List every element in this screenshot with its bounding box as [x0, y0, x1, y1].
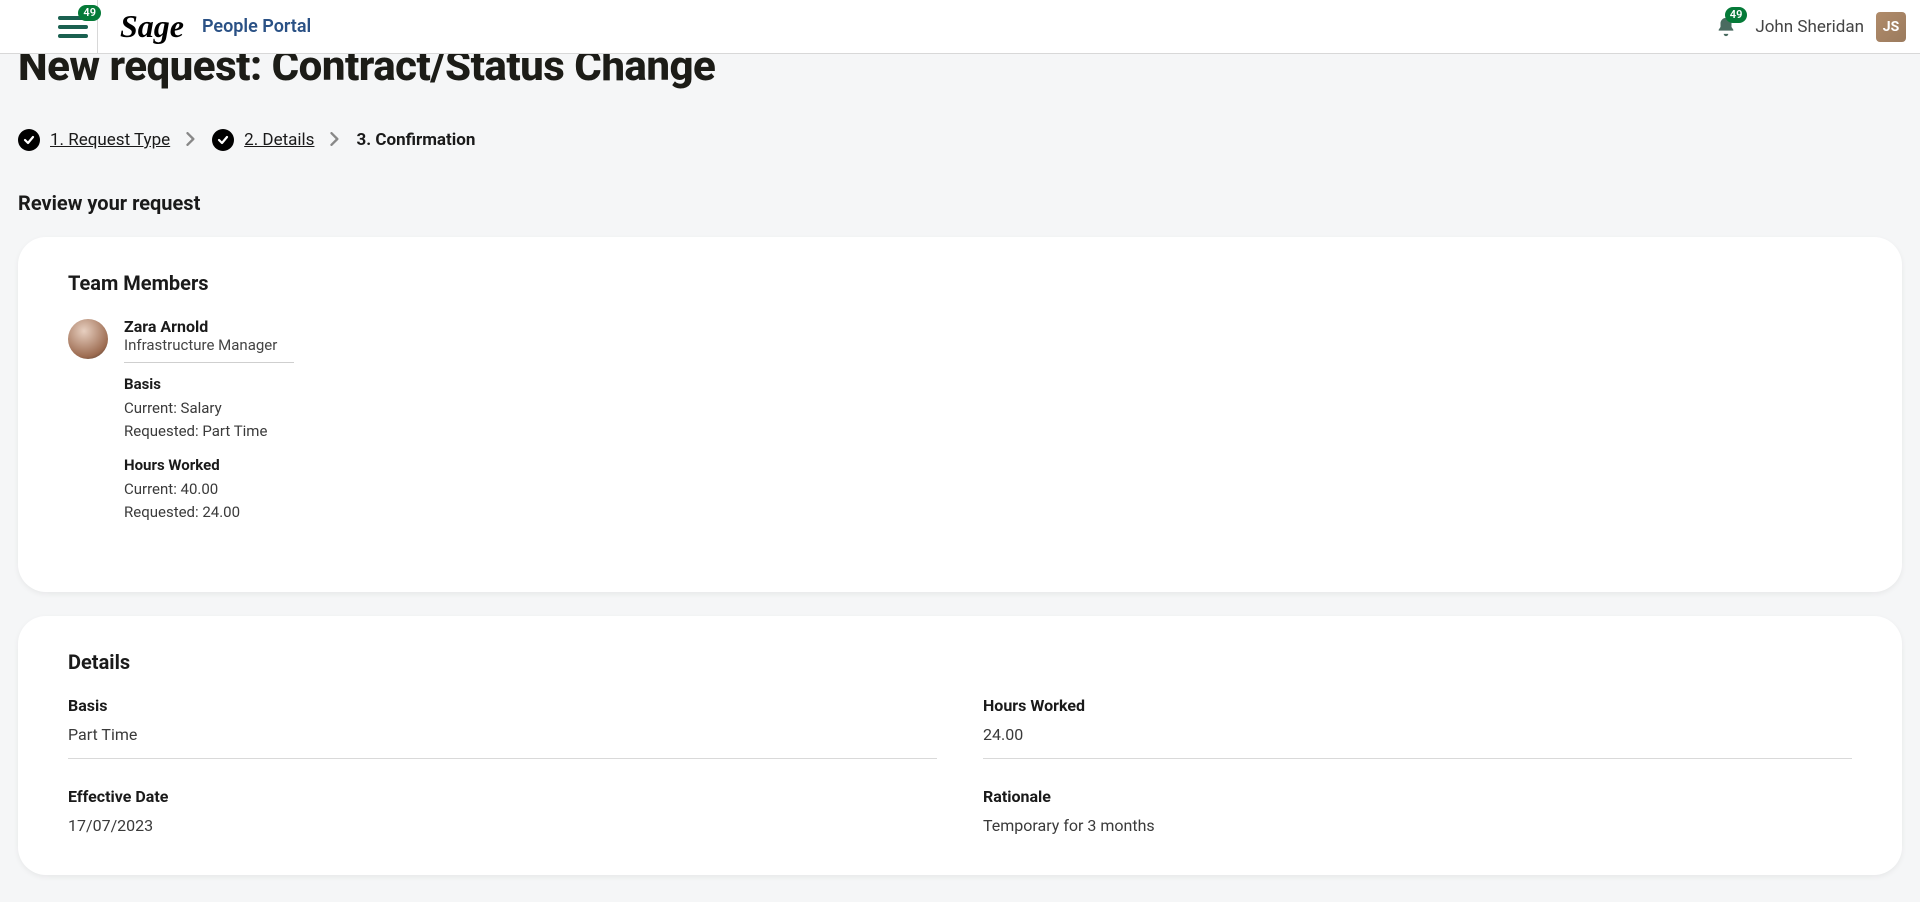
step-request-type[interactable]: 1. Request Type: [18, 129, 170, 151]
user-avatar[interactable]: JS: [1876, 12, 1906, 42]
basis-current: Current: Salary: [124, 397, 294, 420]
check-circle-icon: [18, 129, 40, 151]
details-card: Details Basis Part Time Hours Worked 24.…: [18, 616, 1902, 875]
header-bar: 49 Sage People Portal 49 John Sheridan J…: [0, 0, 1920, 54]
detail-hours: Hours Worked 24.00: [983, 696, 1852, 759]
detail-label: Basis: [68, 696, 937, 715]
detail-effective-date: Effective Date 17/07/2023: [68, 787, 937, 835]
step-details[interactable]: 2. Details: [212, 129, 314, 151]
hours-current: Current: 40.00: [124, 478, 294, 501]
menu-button[interactable]: 49: [48, 0, 98, 53]
detail-label: Rationale: [983, 787, 1852, 806]
sage-logo: Sage: [120, 8, 184, 45]
step-label: 3. Confirmation: [356, 130, 475, 150]
team-member-row: Zara Arnold Infrastructure Manager Basis…: [68, 317, 1852, 536]
hours-label: Hours Worked: [124, 456, 294, 474]
member-role: Infrastructure Manager: [124, 336, 294, 363]
team-members-heading: Team Members: [68, 271, 1852, 295]
chevron-right-icon: [328, 131, 342, 150]
menu-badge: 49: [78, 5, 101, 21]
detail-value: Part Time: [68, 725, 937, 744]
hours-requested: Requested: 24.00: [124, 501, 294, 524]
field-hours: Hours Worked Current: 40.00 Requested: 2…: [124, 456, 294, 525]
detail-value: 24.00: [983, 725, 1852, 744]
detail-value: Temporary for 3 months: [983, 816, 1852, 835]
main-content: New request: Contract/Status Change 1. R…: [0, 54, 1920, 902]
detail-basis: Basis Part Time: [68, 696, 937, 759]
step-confirmation: 3. Confirmation: [356, 130, 475, 150]
notifications-badge: 49: [1725, 7, 1748, 23]
check-circle-icon: [212, 129, 234, 151]
page-title: New request: Contract/Status Change: [18, 54, 1902, 91]
detail-value: 17/07/2023: [68, 816, 937, 835]
member-avatar: [68, 319, 108, 359]
details-heading: Details: [68, 650, 1852, 674]
team-members-card: Team Members Zara Arnold Infrastructure …: [18, 237, 1902, 592]
basis-label: Basis: [124, 375, 294, 393]
detail-label: Effective Date: [68, 787, 937, 806]
step-label: 1. Request Type: [50, 130, 170, 150]
step-label: 2. Details: [244, 130, 314, 150]
notifications-button[interactable]: 49: [1715, 15, 1737, 39]
chevron-right-icon: [184, 131, 198, 150]
member-name: Zara Arnold: [124, 317, 294, 336]
app-name[interactable]: People Portal: [202, 16, 311, 37]
detail-rationale: Rationale Temporary for 3 months: [983, 787, 1852, 835]
field-basis: Basis Current: Salary Requested: Part Ti…: [124, 375, 294, 444]
detail-label: Hours Worked: [983, 696, 1852, 715]
basis-requested: Requested: Part Time: [124, 420, 294, 443]
review-heading: Review your request: [18, 191, 1902, 215]
user-name[interactable]: John Sheridan: [1755, 17, 1864, 37]
step-breadcrumb: 1. Request Type 2. Details 3. Confirmati…: [18, 129, 1902, 151]
